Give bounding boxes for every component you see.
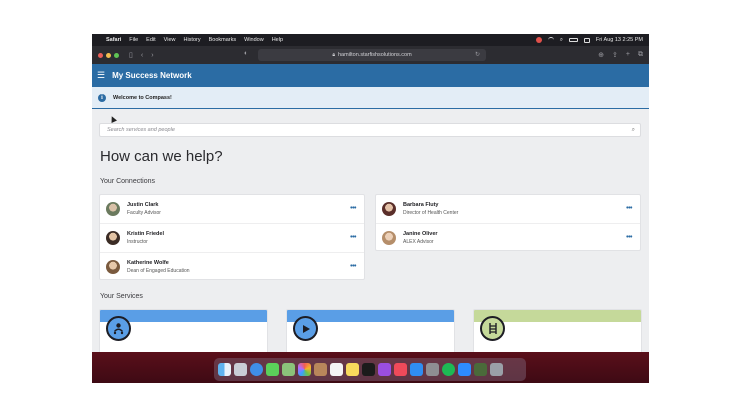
connection-name: Katherine Wolfe [127,259,169,266]
avatar [382,230,396,245]
avatar [106,202,120,216]
more-options-icon[interactable]: ••• [350,234,356,241]
record-icon[interactable] [535,37,542,43]
macos-dock [214,358,526,381]
connection-role: ALEX Advisor [403,238,434,245]
connection-role: Instructor [127,238,148,245]
safari-icon[interactable] [250,363,263,376]
share-icon[interactable]: ⇪ [612,51,618,59]
connection-role: Director of Health Center [403,210,459,216]
connection-name: Barbara Fluty [403,202,439,208]
connection-row[interactable]: Kristin Friedel Instructor ••• [100,223,364,251]
connections-label: Your Connections [100,178,156,185]
wifi-icon[interactable] [547,37,554,43]
connection-row[interactable]: Barbara Fluty Director of Health Center … [376,195,640,223]
menu-file[interactable]: File [129,37,138,43]
connection-row[interactable]: Justin Clark Faculty Advisor ••• [100,195,364,223]
app-title: My Success Network [112,71,192,80]
lock-icon: 🔒︎ [332,52,335,58]
avatar [382,202,396,216]
new-tab-icon[interactable]: + [626,51,630,59]
browser-toolbar: ▯ ‹ › ◐ 🔒︎ hamilton.starfishsolutions.co… [92,46,649,64]
connection-name: Justin Clark [127,202,159,208]
hamburger-menu-icon[interactable]: ☰ [97,70,105,81]
macos-menubar: Safari File Edit View History Bookmarks … [92,34,649,46]
control-center-icon[interactable] [583,37,590,43]
contacts-icon[interactable] [314,363,327,376]
connections-card-left: Justin Clark Faculty Advisor ••• Kristin… [99,194,365,280]
address-bar[interactable]: 🔒︎ hamilton.starfishsolutions.com ↻ [258,49,486,61]
avatar [106,230,120,245]
screen: Safari File Edit View History Bookmarks … [92,34,649,383]
apple-tv-icon[interactable] [362,363,375,376]
notice-text: Welcome to Compass! [113,94,172,101]
tab-overview-icon[interactable]: ⧉ [638,51,643,59]
news-icon[interactable] [394,363,407,376]
app-store-icon[interactable] [410,363,423,376]
spotify-icon[interactable] [442,363,455,376]
connection-name: Janine Oliver [403,230,438,237]
menu-edit[interactable]: Edit [146,37,155,43]
menu-app[interactable]: Safari [106,37,121,43]
finder-icon[interactable] [218,363,231,376]
more-options-icon[interactable]: ••• [350,205,356,212]
minimize-window-button[interactable] [106,52,111,58]
calendar-icon[interactable] [330,363,343,376]
zoom-window-button[interactable] [114,52,119,58]
menu-bookmarks[interactable]: Bookmarks [209,37,237,43]
menu-history[interactable]: History [183,37,200,43]
connection-name: Kristin Friedel [127,230,164,237]
window-controls [98,52,119,58]
menu-view[interactable]: View [164,37,176,43]
connection-role: Faculty Advisor [127,210,161,216]
podcasts-icon[interactable] [378,363,391,376]
ladder-icon [480,316,505,341]
page-heading: How can we help? [100,148,223,165]
launchpad-icon[interactable] [234,363,247,376]
notes-icon[interactable] [346,363,359,376]
welcome-notice: i Welcome to Compass! [92,87,649,109]
mouse-cursor-icon [109,115,117,123]
trash-icon[interactable] [490,363,503,376]
search-icon[interactable]: ⌕ [560,37,563,44]
app-header: ☰ My Success Network [92,64,649,87]
more-options-icon[interactable]: ••• [350,263,356,270]
maps-icon[interactable] [282,363,295,376]
back-icon[interactable]: ‹ [141,52,143,59]
connections-card-right: Barbara Fluty Director of Health Center … [375,194,641,251]
connection-role: Dean of Engaged Education [127,267,190,274]
search-input[interactable]: Search services and people ⌕ [99,123,641,137]
menubar-status: ⌕ Fri Aug 13 2:25 PM [535,37,643,44]
zoom-icon[interactable] [458,363,471,376]
downloads-icon[interactable]: ⊕ [598,51,604,59]
privacy-shield-icon[interactable]: ◐ [244,50,248,57]
connection-row[interactable]: Katherine Wolfe Dean of Engaged Educatio… [100,252,364,280]
ladder-app-icon[interactable] [474,363,487,376]
more-options-icon[interactable]: ••• [626,234,632,241]
search-placeholder: Search services and people [107,127,175,133]
forward-icon[interactable]: › [151,52,153,59]
close-window-button[interactable] [98,52,103,58]
menu-window[interactable]: Window [244,37,264,43]
address-url: hamilton.starfishsolutions.com [338,52,412,58]
menubar-datetime[interactable]: Fri Aug 13 2:25 PM [596,37,643,43]
avatar [106,259,120,274]
sidebar-toggle-icon[interactable]: ▯ [129,51,133,59]
more-options-icon[interactable]: ••• [626,205,632,212]
services-label: Your Services [100,293,143,300]
play-icon [293,316,318,341]
info-icon: i [98,93,106,102]
system-preferences-icon[interactable] [426,363,439,376]
messages-icon[interactable] [266,363,279,376]
reload-icon[interactable]: ↻ [475,51,480,58]
toolbar-right-buttons: ⊕ ⇪ + ⧉ [598,51,643,59]
person-network-icon [106,316,131,341]
menu-help[interactable]: Help [272,37,283,43]
search-icon[interactable]: ⌕ [632,127,635,134]
connection-row[interactable]: Janine Oliver ALEX Advisor ••• [376,223,640,251]
battery-icon[interactable] [568,38,578,42]
photos-icon[interactable] [298,363,311,376]
